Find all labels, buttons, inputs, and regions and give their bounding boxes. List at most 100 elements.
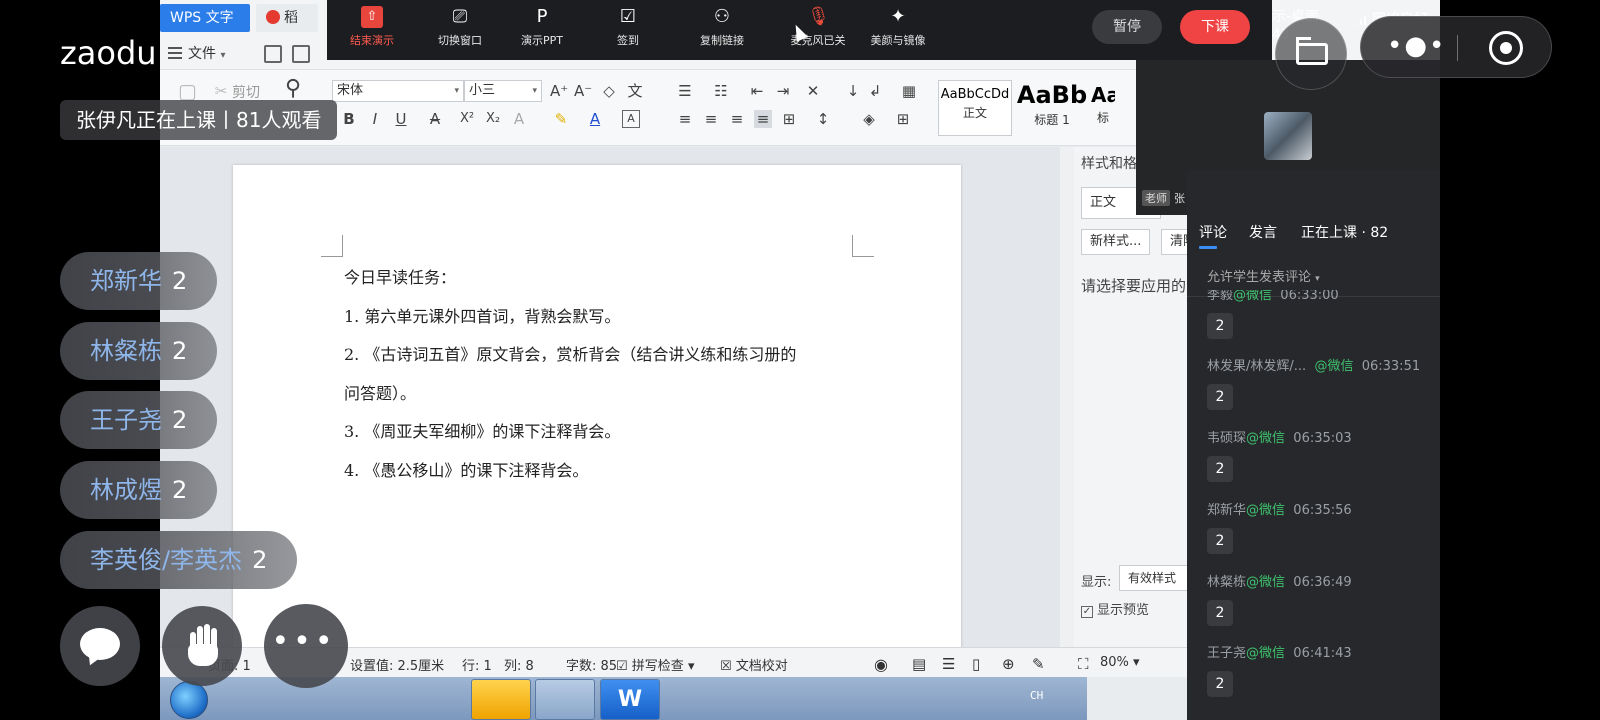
outline-view-icon[interactable]: ☰ (942, 655, 955, 673)
more-options-icon[interactable]: •●• (1387, 31, 1444, 65)
user-chip-name: 王子尧 (90, 406, 162, 434)
cut-icon[interactable]: ✂ (212, 82, 230, 100)
wps-app-tab[interactable]: WPS 文字 (160, 4, 250, 32)
comment-list[interactable]: 李毅@微信 06:33:00 2 林发果/林发辉/... @微信 06:33:5… (1187, 290, 1440, 720)
raise-hand-button[interactable] (162, 606, 242, 686)
copy-link-button[interactable]: ⚇ 复制链接 (677, 6, 767, 48)
sort-icon[interactable]: ↓ (844, 82, 862, 100)
font-color-icon[interactable]: A (586, 110, 604, 128)
italic-icon[interactable]: I (366, 110, 384, 128)
strikethrough-icon[interactable]: A (426, 110, 444, 128)
comment-text: 2 (1207, 671, 1233, 697)
tab-speak[interactable]: 发言 (1249, 222, 1277, 242)
sign-in-button[interactable]: ☑ 签到 (583, 6, 673, 48)
font-name-select[interactable]: 宋体 ▾ (332, 80, 464, 102)
page-view-icon[interactable]: ▤ (912, 655, 926, 673)
paste-icon[interactable]: ▢ (178, 81, 197, 101)
align-right-icon[interactable]: ≡ (728, 110, 746, 128)
end-class-button[interactable]: 下课 (1180, 10, 1250, 44)
spell-check[interactable]: ☑ 拼写检查 ▾ (616, 655, 694, 674)
end-presentation-button[interactable]: ⇧ 结束演示 (327, 6, 417, 48)
taskbar-app-browser-icon[interactable] (471, 679, 531, 720)
align-center-icon[interactable]: ≡ (702, 110, 720, 128)
comment-source: @微信 (1246, 503, 1286, 518)
status-col: 列: 8 (504, 659, 534, 674)
bold-icon[interactable]: B (340, 110, 358, 128)
zoom-level[interactable]: 80% ▾ (1100, 655, 1140, 670)
line-spacing-icon[interactable]: ↕ (814, 110, 832, 128)
daoke-tab[interactable]: 稻壳 (256, 4, 318, 54)
align-left-icon[interactable]: ≡ (676, 110, 694, 128)
chinese-layout-icon[interactable]: ✕ (804, 82, 822, 100)
taskbar-folder-icon[interactable] (535, 679, 595, 720)
tab-attendees[interactable]: 正在上课 · 82 (1301, 222, 1388, 242)
pen-icon[interactable]: ✎ (1032, 655, 1045, 673)
user-chip-count: 2 (172, 267, 188, 295)
windows-start-icon[interactable] (170, 681, 208, 719)
shading-icon[interactable]: ◈ (860, 110, 878, 128)
tray-language[interactable]: CH (1030, 689, 1043, 702)
show-style-select[interactable]: 有效样式 (1119, 565, 1189, 591)
borders-icon[interactable]: ⊞ (894, 110, 912, 128)
table-icon[interactable]: ▦ (900, 82, 918, 100)
proofread-label: 文档校对 (735, 659, 788, 674)
styles-pane-scrollbar[interactable] (1060, 147, 1074, 647)
fit-icon[interactable]: ⛶ (1078, 655, 1089, 673)
eye-icon[interactable]: ◉ (874, 655, 888, 674)
save-icon[interactable] (264, 45, 282, 63)
user-chip-name: 郑新华 (90, 267, 162, 295)
style-normal[interactable]: AaBbCcDd 正文 (938, 80, 1012, 136)
highlight-icon[interactable]: ✎ (552, 110, 570, 128)
comment-meta: 林粲栋@微信 06:36:49 (1207, 571, 1437, 590)
style-heading1[interactable]: AaBb 标题 1 (1014, 80, 1090, 136)
char-border-icon[interactable]: A (622, 110, 640, 128)
bullets-icon[interactable]: ☰ (676, 82, 694, 100)
comment-time: 06:35:03 (1293, 431, 1352, 446)
mic-off-icon: 🎙 (807, 6, 830, 27)
superscript-icon[interactable]: X² (458, 110, 476, 128)
beauty-mirror-button[interactable]: ✦ 美颜与镜像 (853, 6, 943, 48)
new-style-button[interactable]: 新样式... (1081, 229, 1151, 255)
increase-indent-icon[interactable]: ⇥ (774, 82, 792, 100)
grow-font-icon[interactable]: A⁺ (550, 82, 568, 100)
switch-window-button[interactable]: ⎚ 切换窗口 (415, 6, 505, 48)
web-view-icon[interactable]: ⊕ (1002, 655, 1015, 673)
style-heading2[interactable]: Aa 标 (1090, 80, 1116, 136)
distribute-icon[interactable]: ⊞ (780, 110, 798, 128)
present-ppt-button[interactable]: P 演示PPT (497, 6, 587, 48)
more-button[interactable]: ••• (264, 604, 348, 688)
close-miniprogram-icon[interactable] (1489, 31, 1523, 65)
proofread[interactable]: ☒ 文档校对 (720, 655, 788, 674)
allow-comments-toggle[interactable]: 允许学生发表评论 ▾ (1207, 266, 1320, 285)
reading-view-icon[interactable]: ▯ (972, 655, 980, 673)
underline-icon[interactable]: U (392, 110, 410, 128)
rotate-icon (1296, 37, 1328, 65)
file-menu[interactable]: 文件 ▾ (168, 42, 225, 66)
tab-comments[interactable]: 评论 (1199, 222, 1227, 242)
taskbar-wps-icon[interactable]: W (600, 679, 660, 720)
phonetic-icon[interactable]: 文 (626, 82, 644, 100)
text-effect-icon[interactable]: A (510, 110, 528, 128)
rotate-screen-button[interactable] (1275, 18, 1347, 90)
comment-meta: 郑新华@微信 06:35:56 (1207, 499, 1437, 518)
teacher-role-badge: 老师 (1142, 190, 1170, 206)
export-icon[interactable] (292, 45, 310, 63)
pause-button[interactable]: 暂停 (1092, 10, 1162, 44)
chat-button[interactable] (60, 606, 140, 686)
document-text[interactable]: 今日早读任务： 1. 第六单元课外四首词，背熟会默写。 2. 《古诗词五首》原文… (344, 259, 884, 490)
shrink-font-icon[interactable]: A⁻ (574, 82, 592, 100)
numbering-icon[interactable]: ☷ (712, 82, 730, 100)
document-page[interactable]: 今日早读任务： 1. 第六单元课外四首词，背熟会默写。 2. 《古诗词五首》原文… (233, 165, 961, 665)
subscript-icon[interactable]: X₂ (484, 110, 502, 128)
font-size-select[interactable]: 小三 ▾ (464, 80, 542, 102)
show-marks-icon[interactable]: ↲ (866, 82, 884, 100)
mic-toggle-button[interactable]: 🎙 麦克风已关 (773, 6, 863, 48)
preview-checkbox[interactable]: ✓ 显示预览 (1081, 599, 1149, 618)
clear-format-icon[interactable]: ◇ (600, 82, 618, 100)
status-word-count[interactable]: 字数: 85 (566, 655, 617, 674)
copy-link-label: 复制链接 (700, 34, 744, 47)
comment-meta: 王子尧@微信 06:41:43 (1207, 642, 1437, 661)
decrease-indent-icon[interactable]: ⇤ (748, 82, 766, 100)
justify-icon[interactable]: ≡ (754, 110, 772, 128)
format-painter-icon[interactable]: ⚲ (284, 78, 302, 100)
